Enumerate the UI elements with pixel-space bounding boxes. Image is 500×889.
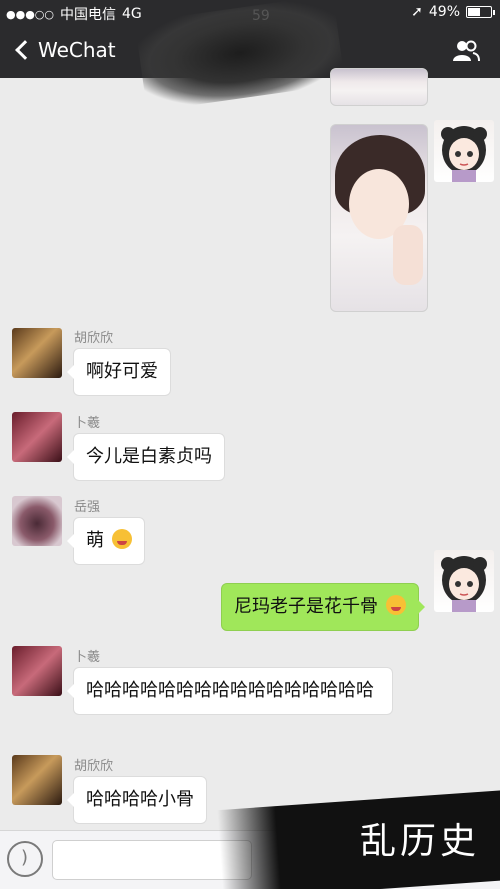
chibi-avatar-icon (441, 556, 487, 612)
photo-message[interactable] (330, 124, 428, 312)
my-avatar[interactable] (434, 120, 494, 182)
voice-input-button[interactable] (7, 841, 43, 877)
battery-percent: 49% (428, 4, 460, 20)
message-bubble[interactable]: 今儿是白素贞吗 (67, 433, 225, 481)
sender-name: 胡欣欣 (74, 331, 114, 346)
location-arrow-icon: ➚ (411, 4, 423, 20)
message-bubble[interactable]: 哈哈哈哈小骨 (67, 776, 207, 824)
avatar-bu-xi[interactable] (12, 646, 62, 696)
partial-time: 59 (252, 8, 270, 24)
sender-name: 岳强 (74, 500, 101, 515)
avatar-bu-xi[interactable] (12, 412, 62, 462)
chevron-left-icon (15, 40, 35, 60)
group-members-icon[interactable] (452, 39, 480, 63)
my-avatar[interactable] (434, 550, 494, 612)
network-label: 4G (122, 6, 142, 22)
message-text: 哈哈哈哈哈哈哈哈哈哈哈哈哈哈哈哈 (86, 680, 374, 701)
message-text: 尼玛老子是花千骨 (234, 596, 378, 617)
message-text: 萌 (86, 530, 104, 551)
battery-icon (466, 6, 495, 18)
watermark-text: 乱历史 (359, 821, 480, 862)
my-message-bubble[interactable]: 尼玛老子是花千骨 (221, 583, 425, 631)
sender-name: 卜羲 (74, 650, 101, 665)
message-text: 哈哈哈哈小骨 (86, 789, 194, 810)
avatar-yue-qiang[interactable] (12, 496, 62, 546)
avatar-hu-xinxin[interactable] (12, 755, 62, 805)
back-label: WeChat (38, 38, 116, 62)
star-eyes-emoji-icon (111, 529, 132, 549)
back-button[interactable]: WeChat (12, 38, 116, 62)
sender-name: 胡欣欣 (74, 759, 114, 774)
signal-icon: ●●●○○ (6, 7, 54, 21)
avatar-hu-xinxin[interactable] (12, 328, 62, 378)
carrier-label: 中国电信 (60, 7, 116, 23)
message-bubble[interactable]: 啊好可爱 (67, 348, 171, 396)
battery-fill (468, 8, 480, 16)
message-bubble[interactable]: 萌 (67, 517, 145, 565)
photo-hand (393, 225, 423, 285)
message-text: 今儿是白素贞吗 (86, 446, 212, 467)
message-bubble[interactable]: 哈哈哈哈哈哈哈哈哈哈哈哈哈哈哈哈 (67, 667, 393, 715)
chat-area[interactable]: 胡欣欣 啊好可爱 卜羲 今儿是白素贞吗 岳强 萌 尼玛老子是花千骨 卜羲 哈哈哈 (0, 68, 500, 830)
tongue-emoji-icon (385, 595, 406, 615)
message-text: 啊好可爱 (86, 361, 158, 382)
sender-name: 卜羲 (74, 416, 101, 431)
photo-message-partial[interactable] (330, 68, 428, 106)
chibi-avatar-icon (441, 126, 487, 182)
